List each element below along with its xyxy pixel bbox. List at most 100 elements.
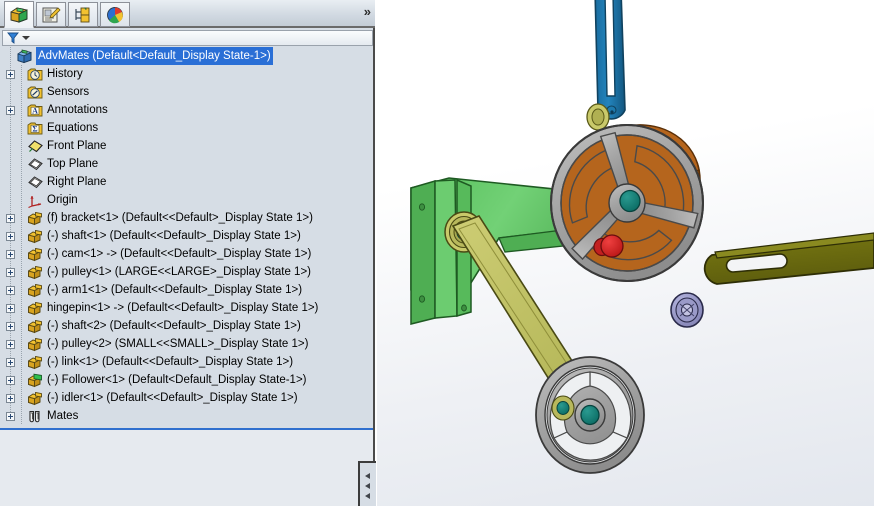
tree-item-label: Top Plane [47, 155, 98, 173]
tree-item-label: Front Plane [47, 137, 106, 155]
tree-item-link-1-default-default-display-state-1[interactable]: (-) link<1> (Default<<Default>_Display S… [0, 353, 373, 371]
plane-icon [26, 156, 44, 172]
part-bushing [587, 104, 609, 130]
tree-expand-toggle[interactable] [6, 250, 15, 259]
splitter-grip-dot [365, 493, 370, 499]
tree-item-label: Origin [47, 191, 78, 209]
component-icon [26, 228, 44, 244]
tree-expand-toggle[interactable] [6, 232, 15, 241]
assembly-icon [15, 48, 33, 64]
history-icon [26, 66, 44, 82]
feature-manager-tab[interactable] [4, 1, 34, 28]
tree-item-idler-1-default-default-display-state-1[interactable]: (-) idler<1> (Default<<Default>_Display … [0, 389, 373, 407]
tree-connector-line [17, 281, 26, 299]
tree-connector-line [17, 173, 26, 191]
tree-item-origin[interactable]: Origin [0, 191, 373, 209]
cad-model-render [377, 0, 874, 506]
tree-empty-area [0, 430, 373, 506]
tree-item-right-plane[interactable]: Right Plane [0, 173, 373, 191]
clipboard-icon [41, 6, 61, 24]
part-idler-lavender [671, 293, 703, 327]
tree-connector-line [17, 263, 26, 281]
part-connector-blue [595, 0, 625, 119]
tree-expand-toggle[interactable] [6, 268, 15, 277]
svg-text:Σ: Σ [32, 124, 37, 133]
tree-item-shaft-2-default-default-display-state-1[interactable]: (-) shaft<2> (Default<<Default>_Display … [0, 317, 373, 335]
tree-item-label: (-) idler<1> (Default<<Default>_Display … [47, 389, 298, 407]
tree-expand-toggle[interactable] [6, 376, 15, 385]
tree-item-mates[interactable]: Mates [0, 407, 373, 425]
component-icon [26, 354, 44, 370]
tree-item-label: Equations [47, 119, 98, 137]
tree-connector-line [17, 101, 26, 119]
component-icon [26, 246, 44, 262]
tree-item-label: (-) arm1<1> (Default<<Default>_Display S… [47, 281, 302, 299]
tree-item-pulley-1-large-large-display-state-1[interactable]: (-) pulley<1> (LARGE<<LARGE>_Display Sta… [0, 263, 373, 281]
tree-item-label: Sensors [47, 83, 89, 101]
tree-item-top-plane[interactable]: Top Plane [0, 155, 373, 173]
tree-expand-toggle[interactable] [6, 358, 15, 367]
tree-item-label: Mates [47, 407, 78, 425]
tree-item-follower-1-default-default-display-state[interactable]: (-) Follower<1> (Default<Default_Display… [0, 371, 373, 389]
plane-icon-front [26, 138, 44, 154]
tree-item-label: (-) pulley<2> (SMALL<<SMALL>_Display Sta… [47, 335, 308, 353]
tree-connector-line [17, 317, 26, 335]
component-icon [26, 264, 44, 280]
tree-expand-spacer [6, 160, 15, 169]
tree-expand-toggle[interactable] [6, 106, 15, 115]
3d-graphics-area[interactable] [377, 0, 874, 506]
tree-item-equations[interactable]: Σ Equations [0, 119, 373, 137]
tree-expand-toggle[interactable] [6, 304, 15, 313]
feature-tree[interactable]: AdvMates (Default<Default_Display State-… [0, 47, 373, 428]
tree-item-label: (-) shaft<2> (Default<<Default>_Display … [47, 317, 301, 335]
tree-item-pulley-2-small-small-display-state-1[interactable]: (-) pulley<2> (SMALL<<SMALL>_Display Sta… [0, 335, 373, 353]
tree-root-item[interactable]: AdvMates (Default<Default_Display State-… [0, 47, 373, 65]
display-manager-tab[interactable] [100, 2, 130, 27]
tree-item-shaft-1-default-default-display-state-1[interactable]: (-) shaft<1> (Default<<Default>_Display … [0, 227, 373, 245]
tree-connector-line [17, 155, 26, 173]
tree-connector-line [17, 407, 26, 425]
tree-expand-toggle[interactable] [6, 394, 15, 403]
feature-manager-panel: » AdvMa [0, 0, 375, 506]
tree-item-label: (-) pulley<1> (LARGE<<LARGE>_Display Sta… [47, 263, 311, 281]
tree-item-arm1-1-default-default-display-state-1[interactable]: (-) arm1<1> (Default<<Default>_Display S… [0, 281, 373, 299]
part-pulley-small [536, 357, 644, 473]
tree-expand-spacer [6, 124, 15, 133]
panel-overflow-chevron[interactable]: » [364, 4, 369, 19]
configuration-manager-tab[interactable] [68, 2, 98, 27]
tree-expand-toggle[interactable] [6, 214, 15, 223]
tree-item-f-bracket-1-default-default-display-stat[interactable]: (f) bracket<1> (Default<<Default>_Displa… [0, 209, 373, 227]
equations-icon: Σ [26, 120, 44, 136]
tree-connector-line [17, 191, 26, 209]
tree-item-annotations[interactable]: AAnnotations [0, 101, 373, 119]
panel-splitter-handle[interactable] [358, 461, 376, 506]
chevron-down-icon[interactable] [22, 36, 30, 40]
component-icon [26, 318, 44, 334]
tree-expand-toggle[interactable] [6, 286, 15, 295]
tree-expand-spacer [6, 142, 15, 151]
tree-expand-toggle[interactable] [6, 70, 15, 79]
tree-item-front-plane[interactable]: Front Plane [0, 137, 373, 155]
tree-connector-line [17, 65, 26, 83]
tree-expand-toggle[interactable] [6, 412, 15, 421]
tree-item-history[interactable]: History [0, 65, 373, 83]
tree-connector-line [17, 389, 26, 407]
tree-expand-spacer [6, 178, 15, 187]
tree-item-cam-1-default-default-display-state-1[interactable]: (-) cam<1> -> (Default<<Default>_Display… [0, 245, 373, 263]
tree-connector-line [17, 335, 26, 353]
tree-filter-bar[interactable] [2, 30, 373, 46]
tree-expand-toggle[interactable] [6, 322, 15, 331]
tree-item-hingepin-1-default-default-display-state[interactable]: hingepin<1> -> (Default<<Default>_Displa… [0, 299, 373, 317]
tree-item-label: (-) shaft<1> (Default<<Default>_Display … [47, 227, 301, 245]
filter-funnel-icon [7, 32, 19, 44]
component-icon [26, 336, 44, 352]
property-manager-tab[interactable] [36, 2, 66, 27]
tree-item-label: (-) cam<1> -> (Default<<Default>_Display… [47, 245, 311, 263]
tree-expand-toggle[interactable] [6, 340, 15, 349]
tree-item-sensors[interactable]: Sensors [0, 83, 373, 101]
tree-item-label: hingepin<1> -> (Default<<Default>_Displa… [47, 299, 318, 317]
tree-root-label: AdvMates (Default<Default_Display State-… [36, 47, 273, 65]
tree-connector-line [17, 119, 26, 137]
tree-expand-spacer [6, 196, 15, 205]
annotations-icon: A [26, 102, 44, 118]
